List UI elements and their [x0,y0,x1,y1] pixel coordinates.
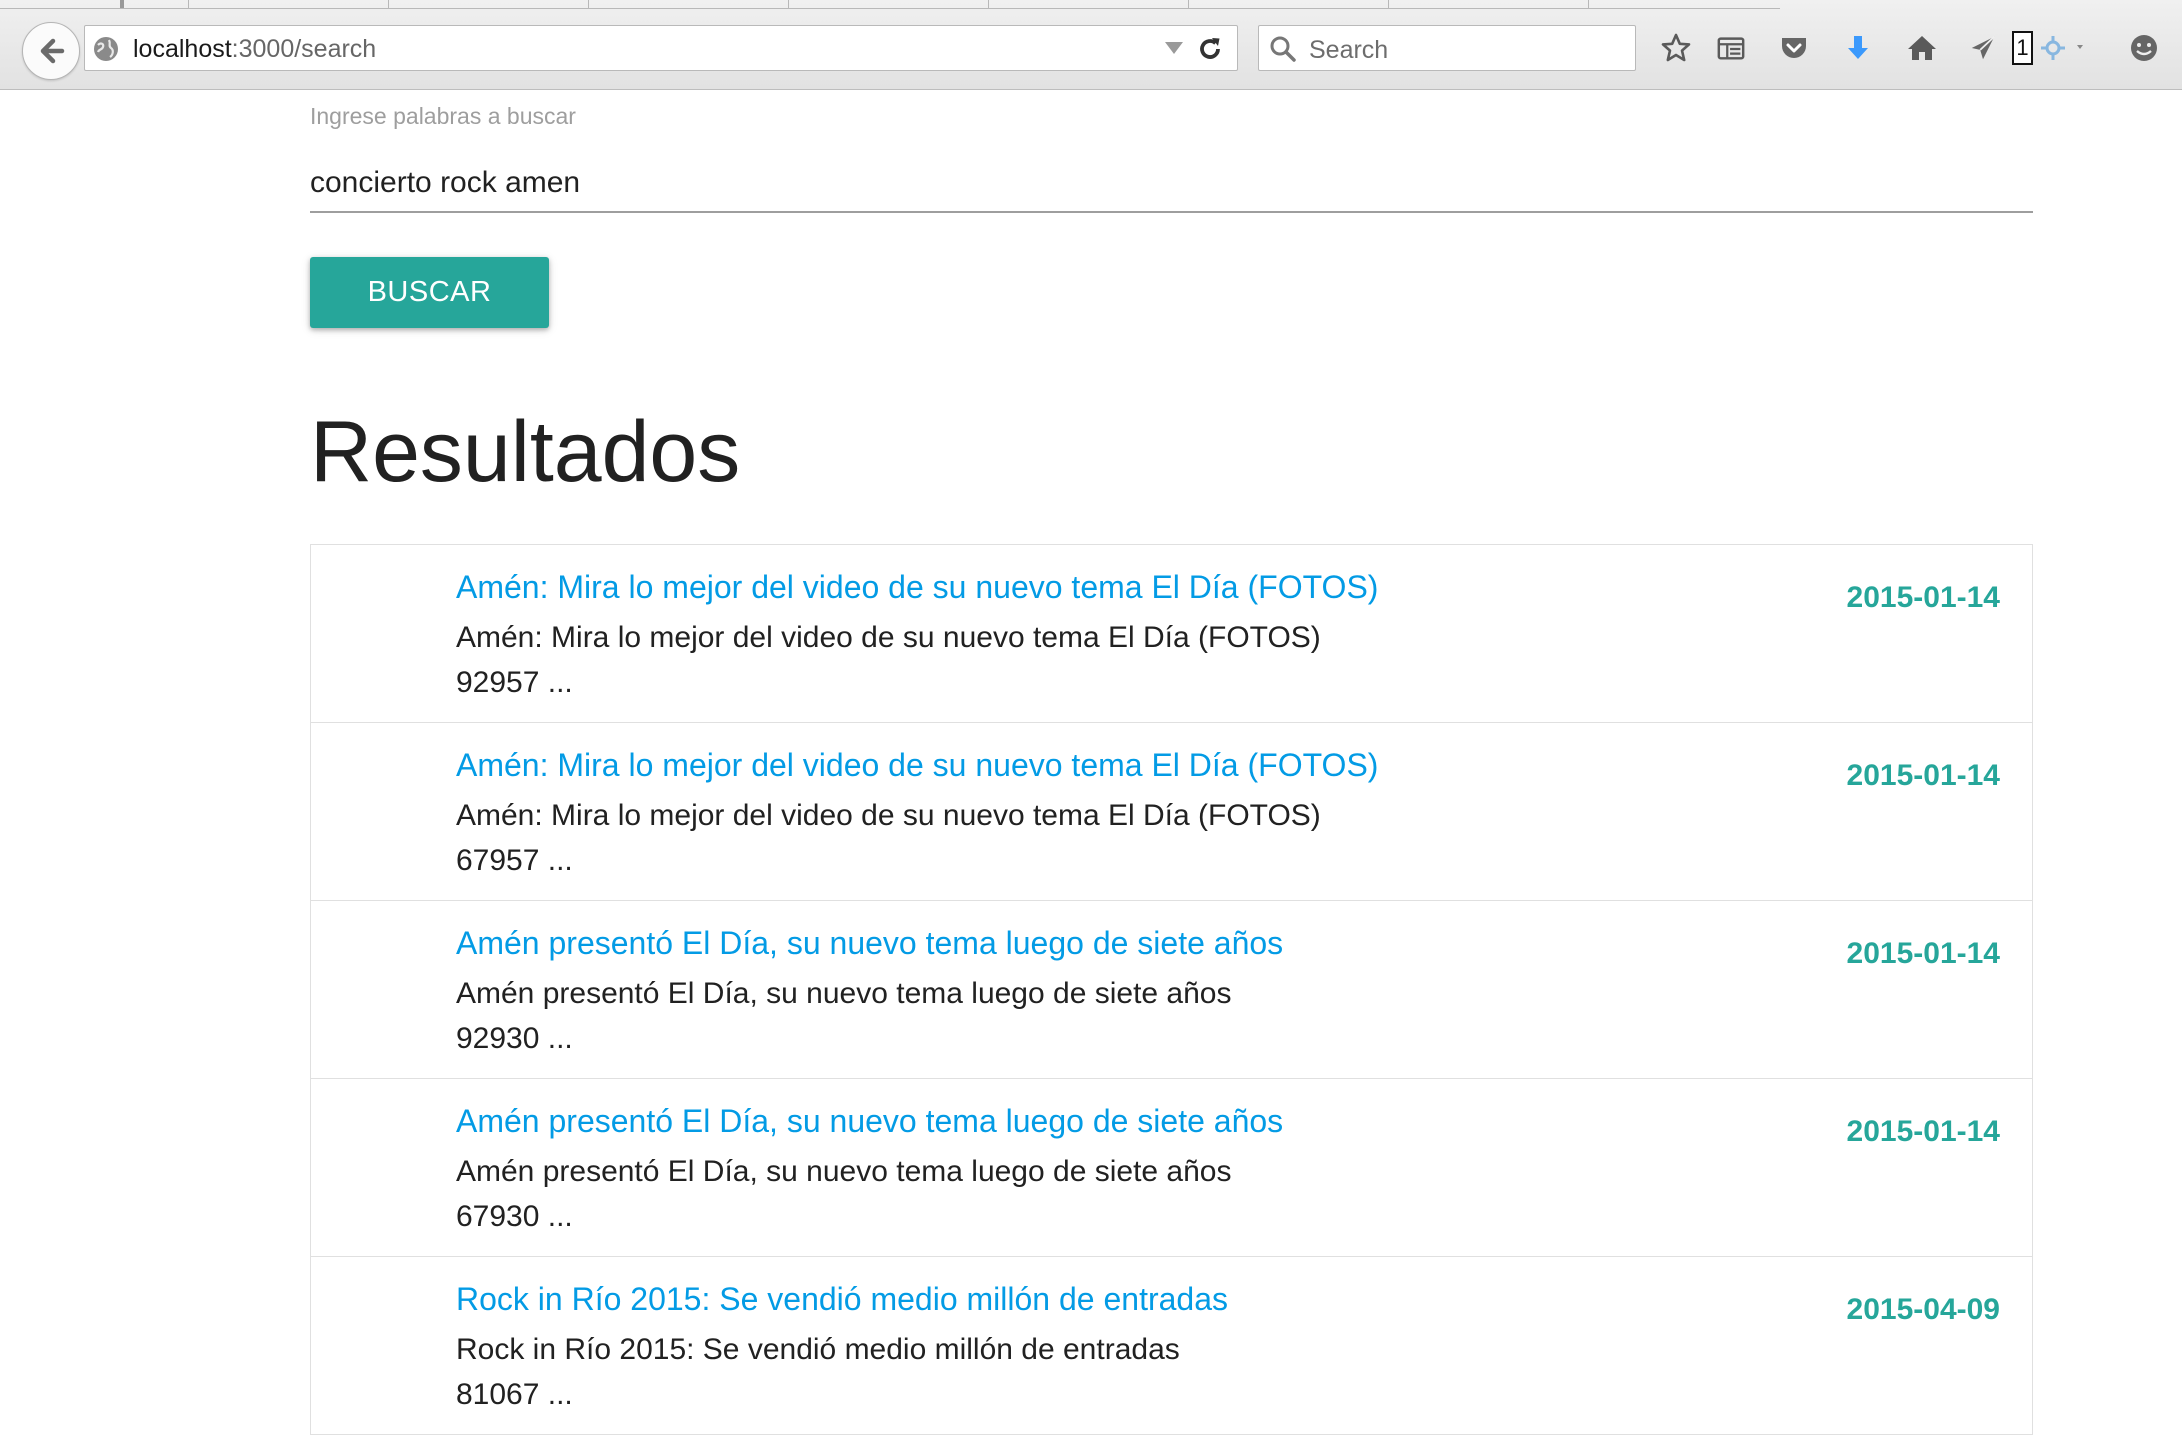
results-list: Amén: Mira lo mejor del video de su nuev… [310,544,2033,1435]
globe-icon [94,37,118,61]
result-snippet-text: Amén presentó El Día, su nuevo tema lueg… [456,977,1232,1010]
result-snippet: Amén: Mira lo mejor del video de su nuev… [456,793,1321,883]
result-title-link[interactable]: Amén presentó El Día, su nuevo tema lueg… [456,1103,1283,1140]
result-snippet: Amén: Mira lo mejor del video de su nuev… [456,615,1321,705]
bookmark-star-icon[interactable] [1658,30,1694,66]
result-date: 2015-04-09 [1846,1293,2000,1326]
result-snippet: Amén presentó El Día, su nuevo tema lueg… [456,971,1231,1061]
reload-icon[interactable] [1196,35,1224,63]
search-placeholder: Search [1309,36,1389,64]
result-date: 2015-01-14 [1846,759,2000,792]
extension-badge[interactable]: 1 [2012,31,2033,65]
result-item: Rock in Río 2015: Se vendió medio millón… [311,1257,2032,1435]
search-icon [1270,36,1296,62]
result-item: Amén: Mira lo mejor del video de su nuev… [311,545,2032,723]
result-id: 92957 ... [456,666,573,699]
smiley-feedback-icon[interactable] [2126,30,2162,66]
back-arrow-icon [40,38,65,64]
result-snippet: Amén presentó El Día, su nuevo tema lueg… [456,1149,1231,1239]
url-text: localhost:3000/search [133,35,376,64]
back-button[interactable] [22,22,80,80]
result-date: 2015-01-14 [1846,581,2000,614]
search-button[interactable]: BUSCAR [310,257,549,328]
result-id: 67957 ... [456,844,573,877]
result-snippet-text: Amén: Mira lo mejor del video de su nuev… [456,799,1321,832]
home-icon[interactable] [1904,30,1940,66]
result-item: Amén presentó El Día, su nuevo tema lueg… [311,1079,2032,1257]
url-host: localhost [133,35,232,63]
result-item: Amén presentó El Día, su nuevo tema lueg… [311,901,2032,1079]
tab-strip [0,0,2182,9]
pocket-icon[interactable] [1776,30,1812,66]
address-bar[interactable]: localhost:3000/search [84,25,1238,71]
result-date: 2015-01-14 [1846,1115,2000,1148]
send-icon[interactable] [1965,30,2001,66]
result-title-link[interactable]: Amén: Mira lo mejor del video de su nuev… [456,747,1378,784]
url-path: :3000/search [231,35,377,63]
browser-toolbar: localhost:3000/search Search 1 [0,0,2182,90]
result-id: 92930 ... [456,1022,573,1055]
result-snippet-text: Rock in Río 2015: Se vendió medio millón… [456,1333,1180,1366]
tab-divider [0,8,1780,9]
result-id: 81067 ... [456,1378,573,1411]
history-dropdown-icon[interactable] [1165,42,1183,54]
result-date: 2015-01-14 [1846,937,2000,970]
result-snippet-text: Amén: Mira lo mejor del video de su nuev… [456,621,1321,654]
result-id: 67930 ... [456,1200,573,1233]
result-snippet: Rock in Río 2015: Se vendió medio millón… [456,1327,1180,1417]
result-title-link[interactable]: Rock in Río 2015: Se vendió medio millón… [456,1281,1228,1318]
browser-search-bar[interactable]: Search [1258,25,1636,71]
results-heading: Resultados [310,404,741,500]
reading-list-icon[interactable] [1713,30,1749,66]
downloads-icon[interactable] [1840,30,1876,66]
result-title-link[interactable]: Amén: Mira lo mejor del video de su nuev… [456,569,1378,606]
search-field-label: Ingrese palabras a buscar [310,103,576,129]
result-title-link[interactable]: Amén presentó El Día, su nuevo tema lueg… [456,925,1283,962]
result-item: Amén: Mira lo mejor del video de su nuev… [311,723,2032,901]
search-query-input[interactable] [310,155,2033,213]
result-snippet-text: Amén presentó El Día, su nuevo tema lueg… [456,1155,1232,1188]
network-addon-icon[interactable] [2034,30,2094,66]
